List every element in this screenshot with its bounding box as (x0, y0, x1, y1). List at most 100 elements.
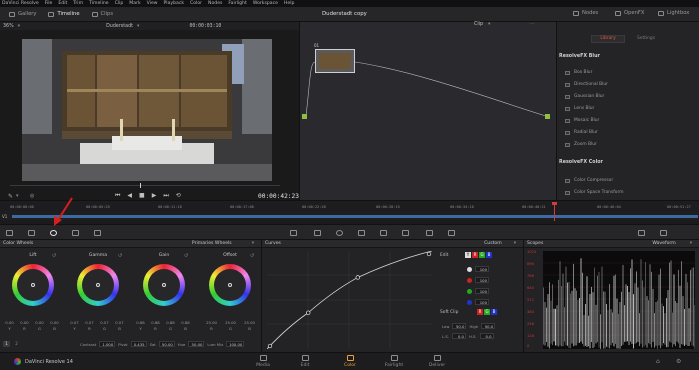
mini-timeline[interactable]: 00:00:00:00 00:00:05:25 00:00:11:18 00:0… (0, 200, 699, 221)
curves-mode-dropdown-icon[interactable]: ▾ (514, 241, 516, 246)
lightbox-button[interactable]: Lightbox (655, 8, 692, 18)
sat-field[interactable]: 50.00 (158, 341, 175, 347)
menu-playback[interactable]: Playback (164, 1, 185, 6)
pivot-field[interactable]: 0.435 (130, 341, 147, 347)
timeline-playhead[interactable] (554, 203, 555, 221)
channel-g-button[interactable]: G (479, 252, 485, 258)
page-1-button[interactable]: 1 (3, 341, 10, 347)
page-2-button[interactable]: 2 (13, 341, 20, 347)
scrub-playhead[interactable] (140, 183, 141, 188)
page-deliver[interactable]: Deliver (422, 355, 452, 368)
channel-y-button[interactable]: Y (465, 252, 471, 258)
hs-field[interactable]: 0.0 (479, 333, 494, 339)
gallery-button[interactable]: Gallery (6, 9, 39, 19)
settings-icon[interactable]: ⚙ (676, 358, 681, 365)
window-icon[interactable] (336, 230, 343, 236)
scopes-icon[interactable] (638, 230, 645, 236)
offset-wheel-handle[interactable] (228, 283, 232, 287)
blur-icon[interactable] (380, 230, 387, 236)
high-field[interactable]: 50.0 (481, 323, 496, 329)
zoom-level[interactable]: 36% (3, 24, 14, 29)
scrub-bar[interactable] (10, 185, 280, 186)
color-match-icon[interactable] (28, 230, 35, 236)
node-input-source[interactable] (302, 114, 307, 119)
skip-start-icon[interactable]: ⏮ (115, 192, 120, 200)
page-edit[interactable]: Edit (290, 355, 320, 368)
menu-help[interactable]: Help (284, 1, 294, 6)
menu-view[interactable]: View (147, 1, 158, 6)
3d-icon[interactable] (448, 230, 455, 236)
channel-b-button[interactable]: B (486, 252, 492, 258)
playhead-handle[interactable] (552, 202, 557, 205)
wheels-mode-dropdown-icon[interactable]: ▾ (252, 241, 254, 246)
tab-settings[interactable]: Settings (629, 35, 663, 43)
curve-graph[interactable] (267, 251, 432, 349)
menu-clip[interactable]: Clip (115, 1, 124, 6)
menu-edit[interactable]: Edit (58, 1, 67, 6)
scopes-mode[interactable]: Waveform (652, 241, 675, 246)
menu-color[interactable]: Color (190, 1, 202, 6)
fx-gaussian-blur[interactable]: Gaussian Blur (563, 92, 693, 101)
gamma-wheel[interactable] (77, 264, 119, 306)
fx-box-blur[interactable]: Box Blur (563, 68, 693, 77)
tracker-icon[interactable] (358, 230, 365, 236)
timeline-clip[interactable] (12, 215, 698, 218)
rgb-mixer-icon[interactable] (72, 230, 79, 236)
openfx-button[interactable]: OpenFX (612, 8, 647, 18)
reverse-icon[interactable]: ◀ (127, 192, 132, 200)
motion-effects-icon[interactable] (94, 230, 101, 236)
tab-library[interactable]: Library (591, 35, 625, 43)
fx-color-space-transform[interactable]: Color Space Transform (563, 188, 693, 197)
menu-trim[interactable]: Trim (73, 1, 83, 6)
y-intensity-field[interactable]: 100 (475, 266, 489, 272)
key-icon[interactable] (402, 230, 409, 236)
clip-dropdown-icon[interactable]: ▾ (137, 24, 139, 29)
reset-offset-icon[interactable]: ↺ (250, 253, 254, 259)
play-icon[interactable]: ▶ (152, 192, 157, 200)
menu-fairlight[interactable]: Fairlight (228, 1, 246, 6)
b-intensity-field[interactable]: 100 (475, 299, 489, 305)
clips-button[interactable]: Clips (89, 9, 117, 19)
reset-gamma-icon[interactable]: ↺ (118, 253, 122, 259)
grid-icon[interactable]: ◎ (30, 193, 34, 199)
fx-radial-blur[interactable]: Radial Blur (563, 128, 693, 137)
r-intensity-field[interactable]: 100 (475, 277, 489, 283)
chevron-down-icon[interactable]: ▾ (18, 24, 20, 29)
menu-workspace[interactable]: Workspace (253, 1, 278, 6)
softclip-r-button[interactable]: R (477, 309, 483, 315)
hue-field[interactable]: 50.00 (188, 341, 205, 347)
fx-color-compressor[interactable]: Color Compressor (563, 176, 693, 185)
softclip-b-button[interactable]: B (491, 309, 497, 315)
home-icon[interactable]: ⌂ (656, 358, 660, 365)
curve-control-point[interactable] (306, 310, 311, 315)
sizing-icon[interactable] (426, 230, 433, 236)
skip-end-icon[interactable]: ⏭ (163, 192, 168, 200)
menu-timeline[interactable]: Timeline (89, 1, 109, 6)
stop-icon[interactable]: ■ (139, 192, 145, 200)
ls-field[interactable]: 0.0 (451, 333, 466, 339)
menu-mark[interactable]: Mark (129, 1, 140, 6)
nodes-button[interactable]: Nodes (570, 8, 601, 18)
fx-directional-blur[interactable]: Directional Blur (563, 80, 693, 89)
page-fairlight[interactable]: Fairlight (379, 355, 409, 368)
gamma-wheel-handle[interactable] (96, 283, 100, 287)
info-icon[interactable] (660, 230, 667, 236)
fx-zoom-blur[interactable]: Zoom Blur (563, 140, 693, 149)
node-editor[interactable]: Clip ▾ ⋯ 01 (299, 22, 556, 220)
node-output[interactable] (545, 114, 550, 119)
timeline-button[interactable]: Timeline (45, 9, 82, 19)
picker-icon[interactable]: ✎ (8, 193, 13, 200)
curve-control-point[interactable] (267, 343, 273, 349)
menu-nodes[interactable]: Nodes (208, 1, 222, 6)
fx-lens-blur[interactable]: Lens Blur (563, 104, 693, 113)
channel-r-button[interactable]: R (472, 252, 478, 258)
lummix-field[interactable]: 100.00 (226, 341, 245, 347)
curves-mode[interactable]: Custom (484, 241, 502, 246)
menu-app[interactable]: DaVinci Resolve (2, 1, 39, 6)
lift-wheel-handle[interactable] (31, 283, 35, 287)
curves-icon[interactable] (290, 230, 297, 236)
wheels-mode[interactable]: Primaries Wheels (192, 241, 232, 246)
curve-control-point[interactable] (355, 275, 360, 280)
softclip-g-button[interactable]: G (484, 309, 490, 315)
low-field[interactable]: 50.0 (452, 323, 467, 329)
